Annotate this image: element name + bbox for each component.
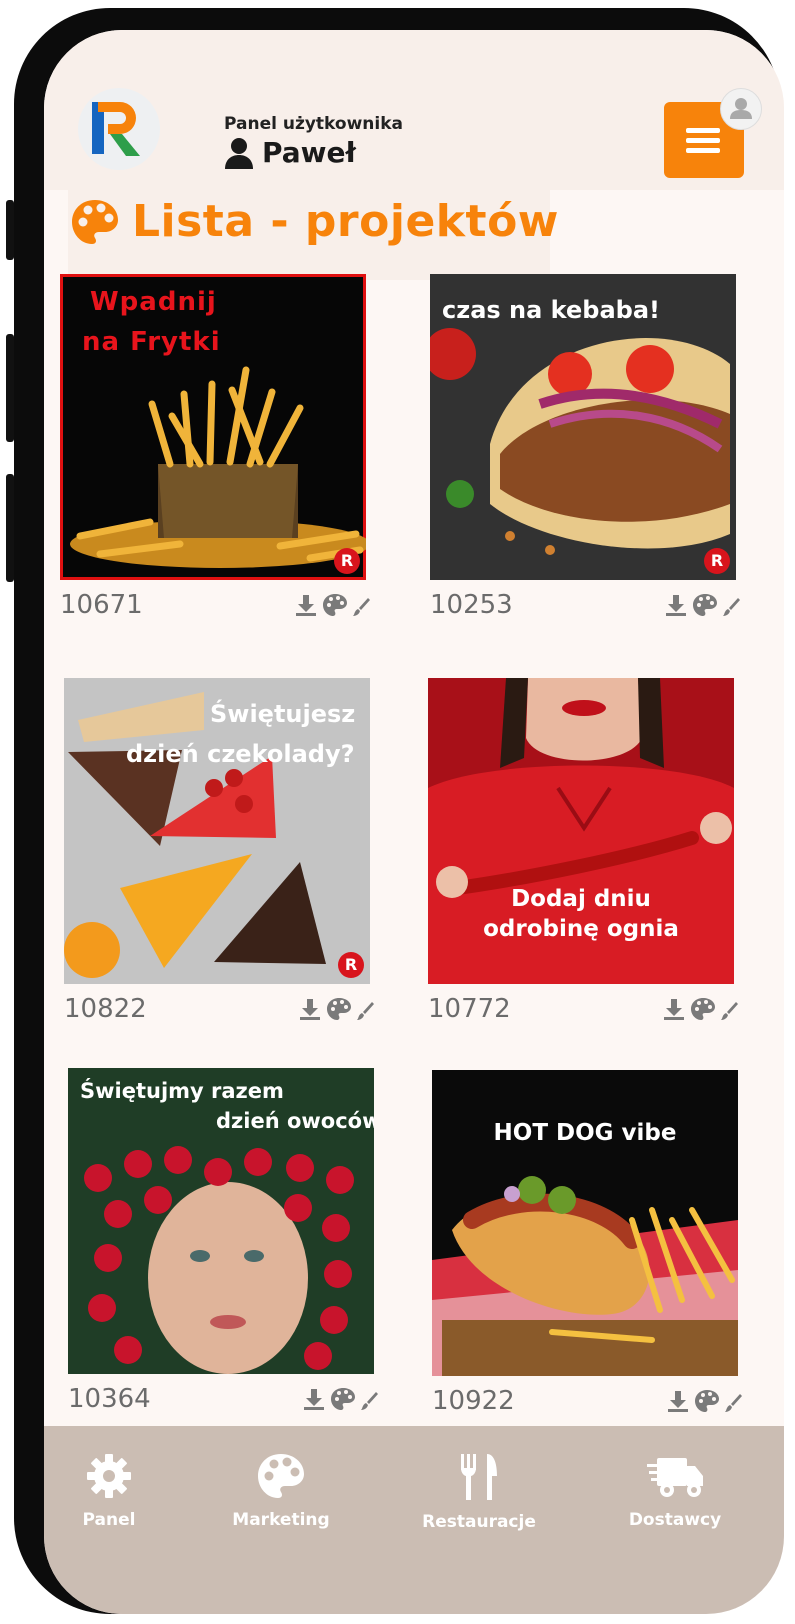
project-card[interactable]: Świętujmy razem dzień owoców 10364	[68, 1068, 378, 1414]
avatar-person-icon	[730, 98, 752, 119]
palette-icon	[72, 199, 118, 244]
project-card[interactable]: Dodaj dniu odrobinę ognia 10772	[428, 678, 738, 1024]
bottom-nav: Panel Marketing Restauracje Dostawcy	[44, 1426, 784, 1614]
svg-text:Świętujmy razem: Świętujmy razem	[80, 1078, 284, 1103]
raspberries-portrait-image: Świętujmy razem dzień owoców	[68, 1068, 374, 1374]
brush-icon[interactable]	[724, 1393, 742, 1413]
logo-r-icon	[92, 102, 140, 156]
project-id: 10671	[60, 590, 143, 620]
brush-icon[interactable]	[360, 1391, 378, 1411]
nav-item-restauracje[interactable]: Restauracje	[404, 1452, 554, 1532]
fries-image: Wpadnij na Frytki	[70, 287, 366, 568]
project-id: 10364	[68, 1384, 151, 1414]
nav-item-dostawcy[interactable]: Dostawcy	[600, 1452, 750, 1530]
project-card[interactable]: Wpadnij na Frytki R 10671	[60, 274, 370, 620]
brush-icon[interactable]	[356, 1001, 374, 1021]
project-meta: 10253	[430, 590, 740, 620]
palette-icon	[258, 1454, 304, 1498]
page-title-row: Lista - projektów	[70, 196, 559, 247]
svg-text:HOT DOG vibe: HOT DOG vibe	[494, 1120, 677, 1146]
user-icon	[225, 137, 253, 169]
palette-icon[interactable]	[322, 593, 348, 617]
delivery-truck-icon	[647, 1458, 703, 1497]
project-meta: 10671	[60, 590, 370, 620]
palette-icon[interactable]	[692, 593, 718, 617]
brand-badge: R	[334, 548, 360, 574]
svg-text:dzień owoców: dzień owoców	[216, 1109, 374, 1133]
download-icon[interactable]	[298, 997, 322, 1021]
cakes-image: Świętujesz dzień czekolady?	[64, 678, 370, 984]
project-thumbnail[interactable]: Dodaj dniu odrobinę ognia	[428, 678, 734, 984]
svg-text:na Frytki: na Frytki	[82, 327, 221, 357]
user-row: Paweł	[224, 136, 356, 169]
gear-icon	[87, 1454, 131, 1498]
project-card[interactable]: HOT DOG vibe 10922	[432, 1070, 742, 1416]
fork-knife-icon	[461, 1454, 497, 1500]
nav-item-marketing[interactable]: Marketing	[206, 1452, 356, 1530]
project-thumbnail[interactable]: Świętujmy razem dzień owoców	[68, 1068, 374, 1374]
project-actions	[662, 997, 738, 1021]
panel-label: Panel użytkownika	[224, 114, 403, 134]
project-thumbnail[interactable]: Świętujesz dzień czekolady? R	[64, 678, 370, 984]
app-logo[interactable]	[78, 88, 160, 170]
download-icon[interactable]	[294, 593, 318, 617]
brush-icon[interactable]	[722, 597, 740, 617]
svg-text:dzień czekolady?: dzień czekolady?	[126, 740, 355, 768]
phone-frame: Panel użytkownika Paweł Lista - projektó…	[6, 8, 784, 1614]
project-actions	[298, 997, 374, 1021]
project-card[interactable]: czas na kebaba! R 10253	[430, 274, 740, 620]
side-button	[6, 474, 14, 582]
side-button	[6, 334, 14, 442]
project-thumbnail[interactable]: Wpadnij na Frytki R	[60, 274, 366, 580]
palette-icon[interactable]	[326, 997, 352, 1021]
project-meta: 10364	[68, 1384, 378, 1414]
svg-text:Dodaj dniu: Dodaj dniu	[511, 886, 651, 912]
project-actions	[302, 1387, 378, 1411]
project-meta: 10922	[432, 1386, 742, 1416]
palette-icon[interactable]	[690, 997, 716, 1021]
project-id: 10822	[64, 994, 147, 1024]
nav-label: Dostawcy	[628, 1510, 722, 1530]
svg-text:Wpadnij: Wpadnij	[90, 287, 217, 317]
project-actions	[666, 1389, 742, 1413]
download-icon[interactable]	[662, 997, 686, 1021]
hotdog-image: HOT DOG vibe	[432, 1070, 738, 1376]
brush-icon[interactable]	[352, 597, 370, 617]
kebab-image: czas na kebaba!	[430, 274, 736, 580]
svg-text:odrobinę ognia: odrobinę ognia	[483, 916, 679, 942]
project-actions	[294, 593, 370, 617]
project-thumbnail[interactable]: czas na kebaba! R	[430, 274, 736, 580]
brand-badge: R	[338, 952, 364, 978]
download-icon[interactable]	[664, 593, 688, 617]
page-title: Lista - projektów	[132, 196, 559, 247]
nav-item-panel[interactable]: Panel	[44, 1452, 184, 1530]
download-icon[interactable]	[302, 1387, 326, 1411]
project-id: 10772	[428, 994, 511, 1024]
nav-label: Marketing	[232, 1510, 330, 1530]
svg-text:czas na kebaba!: czas na kebaba!	[442, 296, 660, 324]
palette-icon[interactable]	[330, 1387, 356, 1411]
user-avatar[interactable]	[720, 88, 762, 130]
svg-text:Świętujesz: Świętujesz	[210, 698, 355, 728]
project-actions	[664, 593, 740, 617]
app-screen: Panel użytkownika Paweł Lista - projektó…	[44, 30, 784, 1614]
project-id: 10253	[430, 590, 513, 620]
project-card[interactable]: Świętujesz dzień czekolady? R 10822	[64, 678, 374, 1024]
nav-label: Panel	[82, 1510, 136, 1530]
user-name: Paweł	[262, 136, 356, 169]
side-button	[6, 200, 14, 260]
project-thumbnail[interactable]: HOT DOG vibe	[432, 1070, 738, 1376]
chili-woman-image: Dodaj dniu odrobinę ognia	[428, 678, 734, 984]
brush-icon[interactable]	[720, 1001, 738, 1021]
project-id: 10922	[432, 1386, 515, 1416]
brand-badge: R	[704, 548, 730, 574]
palette-icon[interactable]	[694, 1389, 720, 1413]
download-icon[interactable]	[666, 1389, 690, 1413]
project-meta: 10772	[428, 994, 738, 1024]
project-meta: 10822	[64, 994, 374, 1024]
nav-label: Restauracje	[422, 1512, 536, 1532]
